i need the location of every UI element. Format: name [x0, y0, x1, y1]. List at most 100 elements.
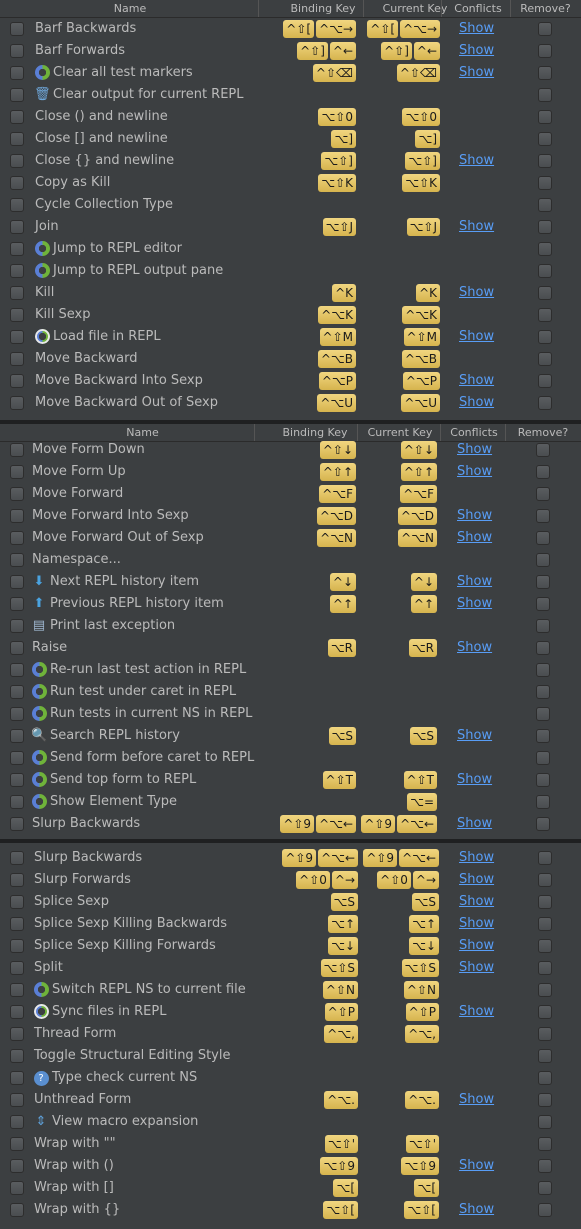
binding-key[interactable]: ^⌥F	[319, 485, 356, 503]
remove-checkbox[interactable]	[538, 939, 552, 953]
binding-key[interactable]: ⌥[	[333, 1179, 358, 1197]
conflicts-show-link[interactable]: Show	[459, 153, 494, 169]
table-row[interactable]: Move Form Down ^⇧↓ ^⇧↓ Show	[0, 439, 581, 461]
binding-key[interactable]: ^⇧P	[324, 1003, 358, 1021]
select-checkbox[interactable]	[10, 1203, 24, 1217]
conflicts-show-link[interactable]: Show	[459, 872, 494, 888]
table-row[interactable]: ▤ Print last exception	[0, 615, 581, 637]
table-row[interactable]: Jump to REPL editor	[0, 238, 581, 260]
select-checkbox[interactable]	[10, 396, 24, 410]
binding-key[interactable]: ^⌥,	[324, 1025, 358, 1043]
conflicts-show-link[interactable]: Show	[459, 219, 494, 235]
table-row[interactable]: Send top form to REPL ^⇧T ^⇧T Show	[0, 769, 581, 791]
select-checkbox[interactable]	[10, 729, 24, 743]
conflicts-show-link[interactable]: Show	[459, 395, 494, 411]
column-separator[interactable]	[363, 0, 364, 17]
table-row[interactable]: Send form before caret to REPL	[0, 747, 581, 769]
remove-checkbox[interactable]	[536, 487, 550, 501]
remove-checkbox[interactable]	[538, 983, 552, 997]
remove-checkbox[interactable]	[538, 961, 552, 975]
binding-key[interactable]: ^⇧N	[322, 981, 358, 999]
binding-key[interactable]: ^⌥B	[317, 350, 356, 368]
select-checkbox[interactable]	[10, 851, 24, 865]
column-header-remove[interactable]: Remove?	[505, 426, 581, 439]
select-checkbox[interactable]	[10, 198, 24, 212]
table-row[interactable]: Join ⌥⇧J ⌥⇧J Show	[0, 216, 581, 238]
remove-checkbox[interactable]	[538, 220, 552, 234]
remove-checkbox[interactable]	[538, 1049, 552, 1063]
binding-key[interactable]: ^⇧0 ^→	[296, 871, 358, 889]
binding-key[interactable]: ^⇧T	[322, 771, 356, 789]
binding-key[interactable]: ⌥⇧J	[322, 218, 356, 236]
conflicts-show-link[interactable]: Show	[459, 1158, 494, 1174]
select-checkbox[interactable]	[10, 132, 24, 146]
table-row[interactable]: Wrap with "" ⌥⇧' ⌥⇧'	[0, 1133, 581, 1155]
column-separator[interactable]	[258, 0, 259, 17]
select-checkbox[interactable]	[10, 773, 24, 787]
remove-checkbox[interactable]	[536, 707, 550, 721]
conflicts-show-link[interactable]: Show	[457, 574, 492, 590]
remove-checkbox[interactable]	[536, 817, 550, 831]
conflicts-show-link[interactable]: Show	[457, 596, 492, 612]
binding-key[interactable]: ⌥R	[327, 639, 356, 657]
remove-checkbox[interactable]	[536, 465, 550, 479]
select-checkbox[interactable]	[10, 1027, 24, 1041]
conflicts-show-link[interactable]: Show	[459, 329, 494, 345]
table-row[interactable]: Slurp Forwards ^⇧0 ^→ ^⇧0 ^→ Show	[0, 869, 581, 891]
conflicts-show-link[interactable]: Show	[457, 464, 492, 480]
table-row[interactable]: Wrap with [] ⌥[⌥[	[0, 1177, 581, 1199]
table-row[interactable]: Clear all test markers ^⇧⌫ ^⇧⌫ Show	[0, 62, 581, 84]
table-row[interactable]: Barf Backwards ^⇧[^⌥→ ^⇧[^⌥→ Show	[0, 18, 581, 40]
binding-key[interactable]: ^⌥K	[318, 306, 356, 324]
column-header-name[interactable]: Name	[0, 2, 260, 15]
column-header-conflicts[interactable]: Conflicts	[446, 2, 510, 15]
table-row[interactable]: Kill Sexp ^⌥K ^⌥K	[0, 304, 581, 326]
binding-key[interactable]: ^⇧↑	[319, 463, 356, 481]
remove-checkbox[interactable]	[536, 575, 550, 589]
table-row[interactable]: 🗑 Clear output for current REPL	[0, 84, 581, 106]
table-row[interactable]: Thread Form ^⌥, ^⌥,	[0, 1023, 581, 1045]
select-checkbox[interactable]	[10, 1181, 24, 1195]
conflicts-show-link[interactable]: Show	[459, 960, 494, 976]
remove-checkbox[interactable]	[536, 751, 550, 765]
select-checkbox[interactable]	[10, 795, 24, 809]
remove-checkbox[interactable]	[536, 641, 550, 655]
remove-checkbox[interactable]	[536, 553, 550, 567]
select-checkbox[interactable]	[10, 553, 24, 567]
binding-key[interactable]: ^⌥N	[317, 529, 356, 547]
remove-checkbox[interactable]	[538, 22, 552, 36]
binding-key[interactable]: ⌥↑	[328, 915, 358, 933]
table-row[interactable]: Re-run last test action in REPL	[0, 659, 581, 681]
select-checkbox[interactable]	[10, 110, 24, 124]
select-checkbox[interactable]	[10, 531, 24, 545]
binding-key[interactable]: ^⇧9 ^⌥←	[282, 849, 358, 867]
conflicts-show-link[interactable]: Show	[459, 43, 494, 59]
binding-key[interactable]: ⌥⇧S	[320, 959, 358, 977]
remove-checkbox[interactable]	[538, 264, 552, 278]
table-row[interactable]: Move Forward ^⌥F ^⌥F	[0, 483, 581, 505]
remove-checkbox[interactable]	[538, 1071, 552, 1085]
select-checkbox[interactable]	[10, 619, 24, 633]
conflicts-show-link[interactable]: Show	[457, 728, 492, 744]
remove-checkbox[interactable]	[538, 374, 552, 388]
remove-checkbox[interactable]	[536, 773, 550, 787]
table-row[interactable]: Slurp Backwards ^⇧9 ^⌥← ^⇧9 ^⌥← Show	[0, 813, 581, 835]
select-checkbox[interactable]	[10, 487, 24, 501]
table-row[interactable]: Move Backward ^⌥B ^⌥B	[0, 348, 581, 370]
remove-checkbox[interactable]	[538, 66, 552, 80]
select-checkbox[interactable]	[10, 443, 24, 457]
table-row[interactable]: Copy as Kill ⌥⇧K ⌥⇧K	[0, 172, 581, 194]
binding-key[interactable]: ^⌥U	[317, 394, 356, 412]
binding-key[interactable]: ^⇧↓	[319, 441, 356, 459]
conflicts-show-link[interactable]: Show	[457, 442, 492, 458]
binding-key[interactable]: ^⇧⌫	[312, 64, 356, 82]
conflicts-show-link[interactable]: Show	[457, 772, 492, 788]
table-row[interactable]: Splice Sexp ⌥S ⌥S Show	[0, 891, 581, 913]
remove-checkbox[interactable]	[536, 795, 550, 809]
select-checkbox[interactable]	[10, 88, 24, 102]
select-checkbox[interactable]	[10, 1005, 24, 1019]
select-checkbox[interactable]	[10, 961, 24, 975]
remove-checkbox[interactable]	[538, 396, 552, 410]
conflicts-show-link[interactable]: Show	[457, 640, 492, 656]
binding-key[interactable]: ⌥S	[328, 727, 356, 745]
